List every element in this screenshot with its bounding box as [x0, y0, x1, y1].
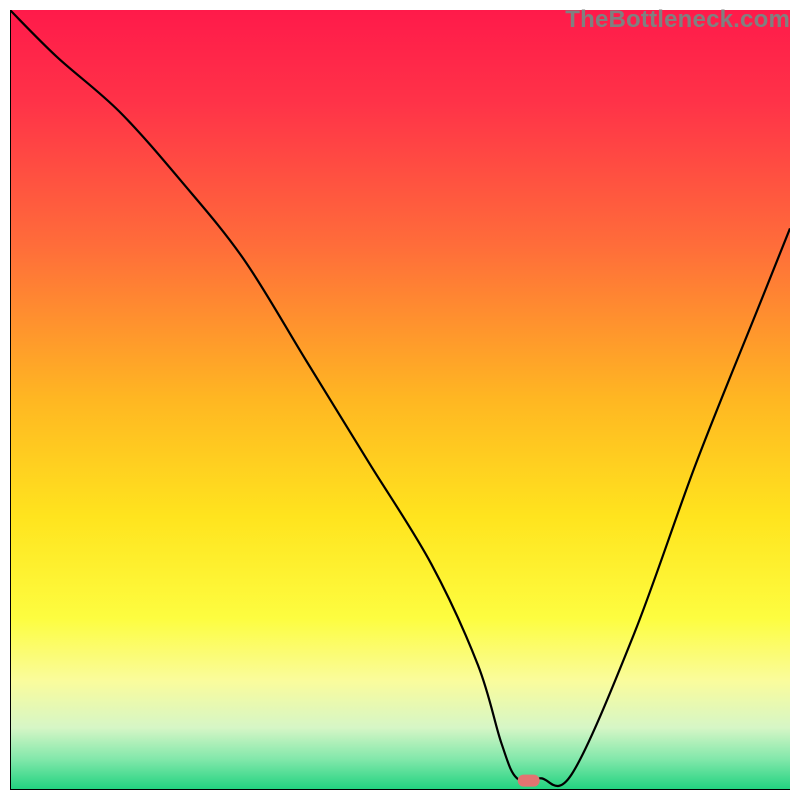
plot-area	[10, 10, 790, 790]
chart-background	[10, 10, 790, 790]
chart-svg	[10, 10, 790, 790]
watermark-text: TheBottleneck.com	[565, 6, 790, 34]
optimal-point-marker	[518, 775, 540, 787]
chart-container: TheBottleneck.com	[0, 0, 800, 800]
